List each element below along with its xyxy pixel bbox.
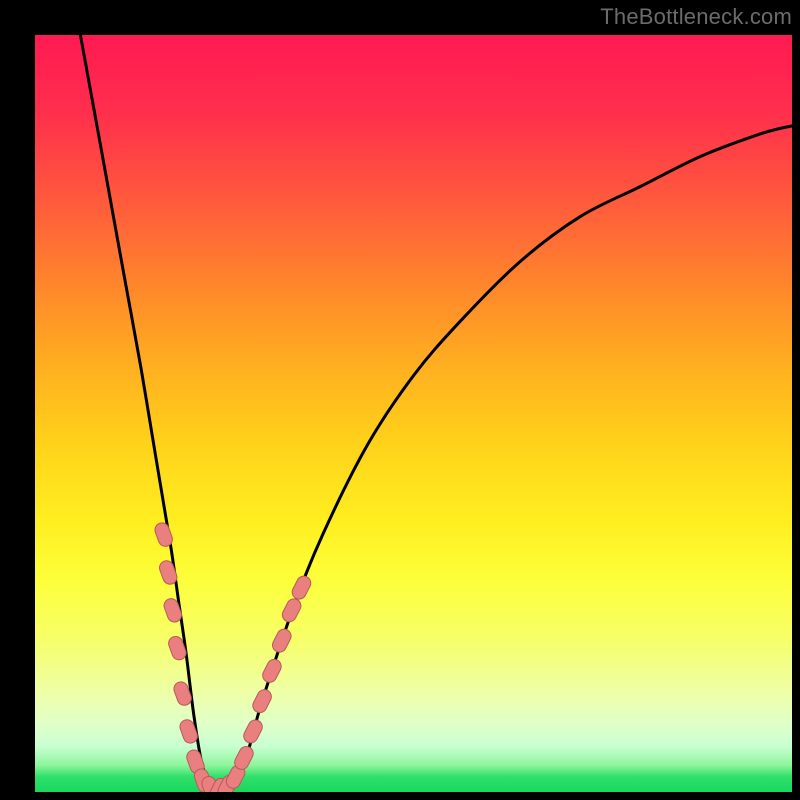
chart-frame: TheBottleneck.com: [0, 0, 800, 800]
data-marker: [290, 574, 313, 602]
data-marker: [241, 718, 264, 746]
bottleneck-curve: [80, 35, 792, 792]
data-marker: [270, 627, 293, 655]
curve-layer: [35, 35, 792, 792]
data-marker: [260, 657, 283, 685]
watermark-text: TheBottleneck.com: [600, 4, 792, 30]
data-marker: [250, 687, 273, 715]
data-marker: [280, 596, 303, 624]
plot-area: [35, 35, 792, 792]
